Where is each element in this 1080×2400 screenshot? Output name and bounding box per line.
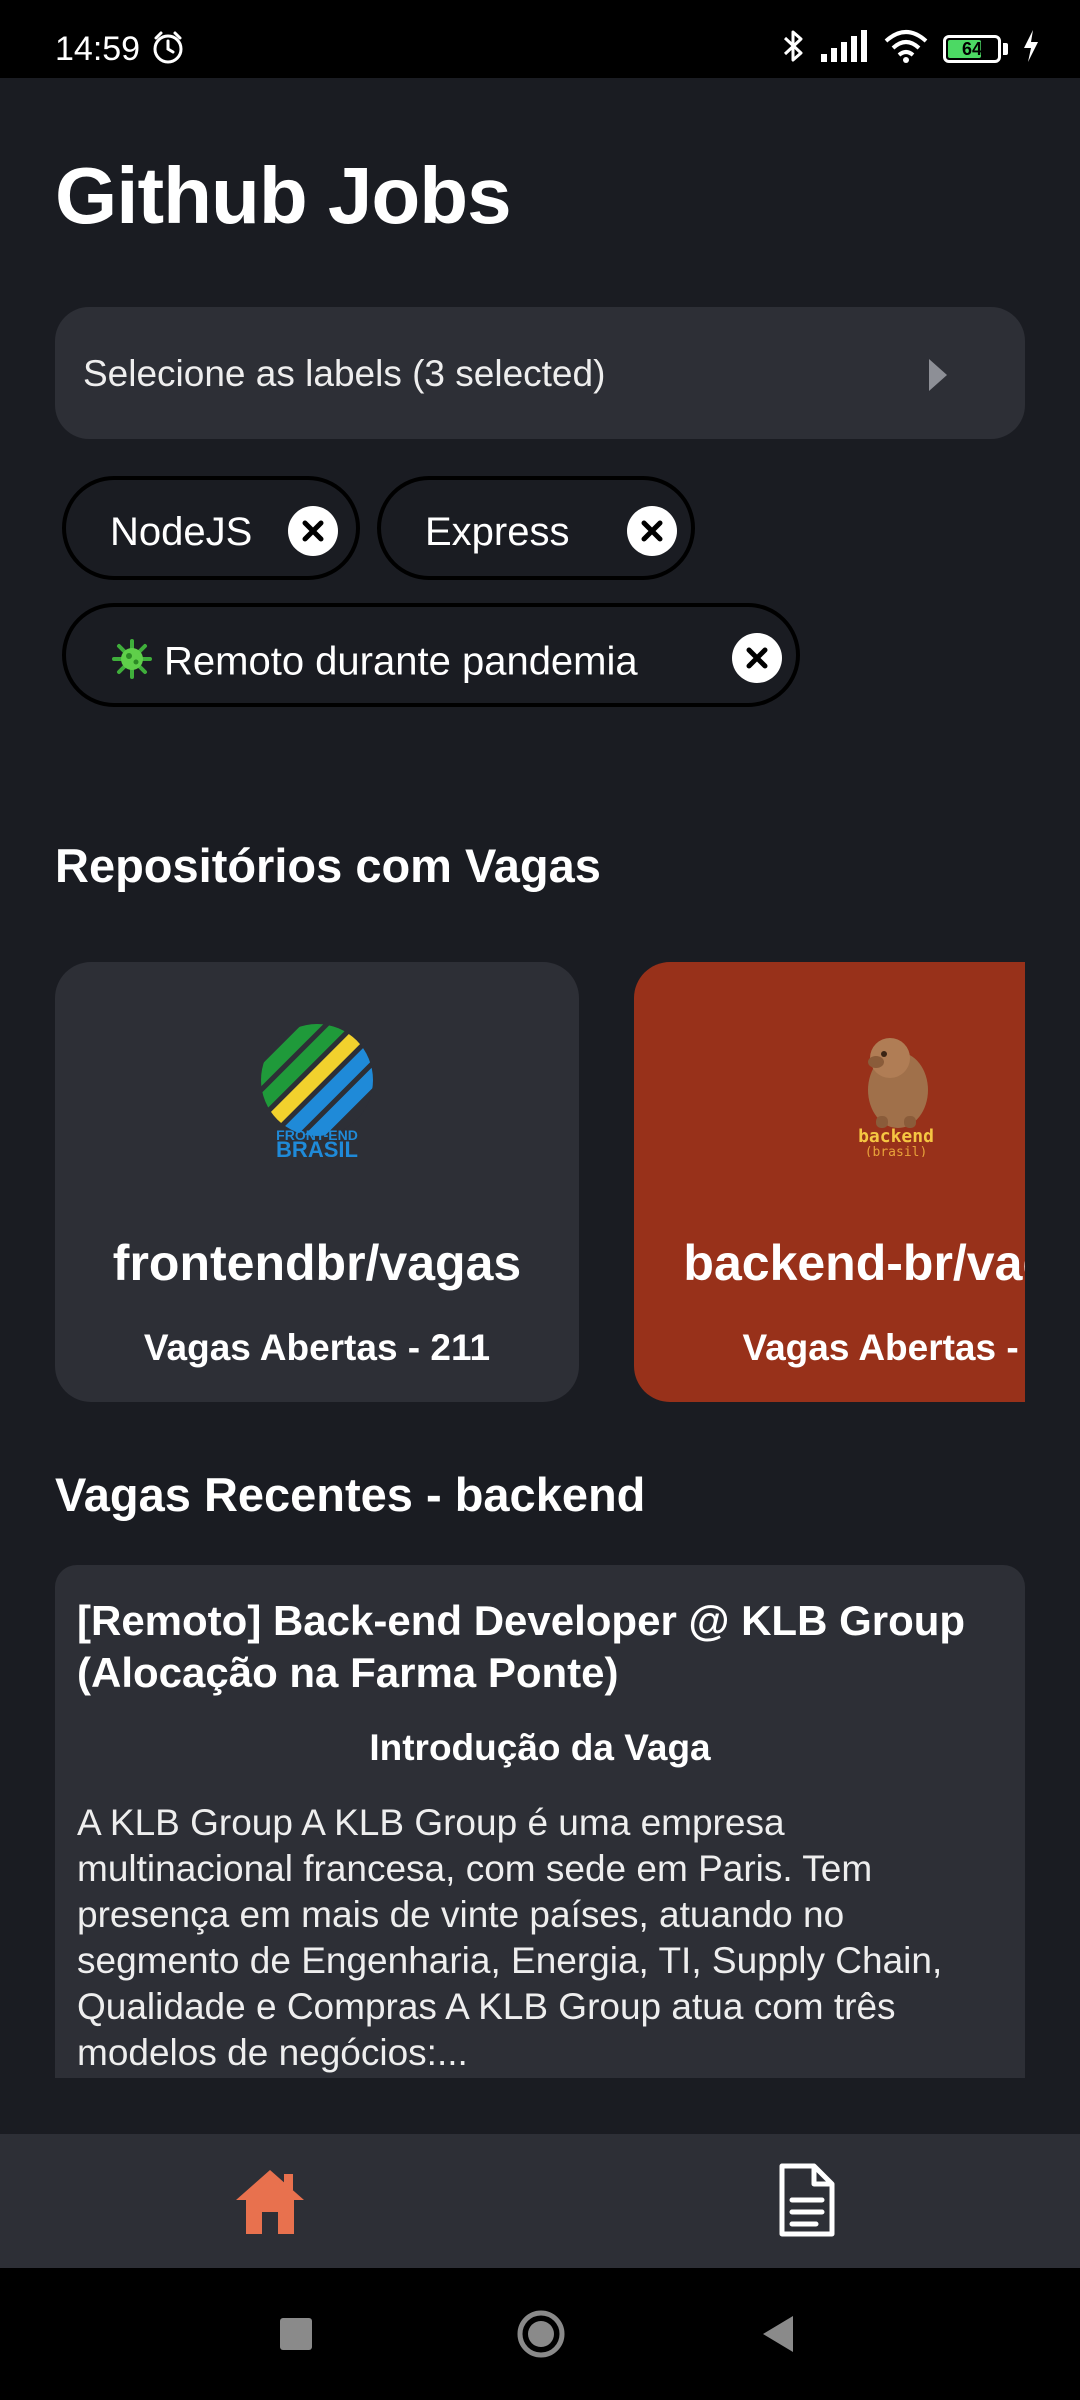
repos-section-title: Repositórios com Vagas <box>55 839 601 892</box>
backend-brasil-logo: backend (brasil) <box>836 1022 956 1162</box>
close-icon[interactable] <box>732 633 782 683</box>
close-icon[interactable] <box>627 506 677 556</box>
job-subtitle: Introdução da Vaga <box>369 1727 711 1768</box>
chip-remoto-durante-pandemia: Remoto durante pandemia <box>62 603 800 707</box>
job-description: A KLB Group A KLB Group é uma empresa mu… <box>77 1802 943 2073</box>
alarm-icon <box>150 30 186 71</box>
recent-apps-icon[interactable] <box>280 2318 312 2350</box>
charging-icon <box>1022 30 1040 67</box>
repo-name: frontendbr/vagas <box>112 1235 522 1291</box>
system-nav-bar <box>0 2268 1080 2400</box>
chip-label: NodeJS <box>110 510 253 554</box>
battery-level: 64 <box>961 38 983 59</box>
job-card[interactable]: [Remoto] Back-end Developer @ KLB Group … <box>55 1565 1025 2078</box>
label-select-placeholder: Selecione as labels (3 selected) <box>83 353 606 394</box>
chip-nodejs: NodeJS <box>62 476 360 580</box>
page-title: Github Jobs <box>55 151 512 240</box>
repo-carousel[interactable]: FRONT-END BRASIL frontendbr/vagas Vagas … <box>55 962 1025 1402</box>
battery-icon: 64 <box>943 34 1001 63</box>
label-select-dropdown[interactable]: Selecione as labels (3 selected) <box>55 307 1025 439</box>
repo-card-backend-br[interactable]: backend (brasil) backend-br/vagas Vagas … <box>634 962 1025 1402</box>
status-time: 14:59 <box>55 30 141 68</box>
back-icon[interactable] <box>763 2316 793 2352</box>
job-title: [Remoto] Back-end Developer @ KLB Group … <box>77 1597 966 1696</box>
job-list: [Remoto] Back-end Developer @ KLB Group … <box>55 1565 1025 2078</box>
signal-icon <box>819 30 869 67</box>
chip-express: Express <box>377 476 695 580</box>
svg-text:backend: backend <box>858 1126 934 1147</box>
jobs-section-title: Vagas Recentes - backend <box>55 1468 646 1521</box>
caret-right-icon <box>929 359 947 391</box>
close-icon[interactable] <box>288 506 338 556</box>
status-bar: 14:59 64 <box>0 0 1080 78</box>
document-icon[interactable] <box>776 2162 836 2238</box>
svg-text:(brasil): (brasil) <box>865 1145 928 1157</box>
repo-name: backend-br/vagas <box>683 1235 1025 1291</box>
frontend-brasil-logo: FRONT-END BRASIL <box>252 1022 382 1162</box>
repo-open-jobs-count: Vagas Abertas - 5 <box>742 1327 1025 1368</box>
bluetooth-icon <box>781 28 805 69</box>
chip-label: Express <box>425 510 570 554</box>
repo-open-jobs-count: Vagas Abertas - 211 <box>143 1327 491 1368</box>
home-button-icon[interactable] <box>516 2309 566 2359</box>
virus-emoji-icon <box>110 637 154 691</box>
home-icon[interactable] <box>234 2166 306 2236</box>
bottom-nav <box>0 2134 1080 2268</box>
repo-card-frontendbr[interactable]: FRONT-END BRASIL frontendbr/vagas Vagas … <box>55 962 579 1402</box>
chip-label: Remoto durante pandemia <box>164 639 638 684</box>
wifi-icon <box>883 29 929 68</box>
svg-text:BRASIL: BRASIL <box>276 1137 358 1157</box>
